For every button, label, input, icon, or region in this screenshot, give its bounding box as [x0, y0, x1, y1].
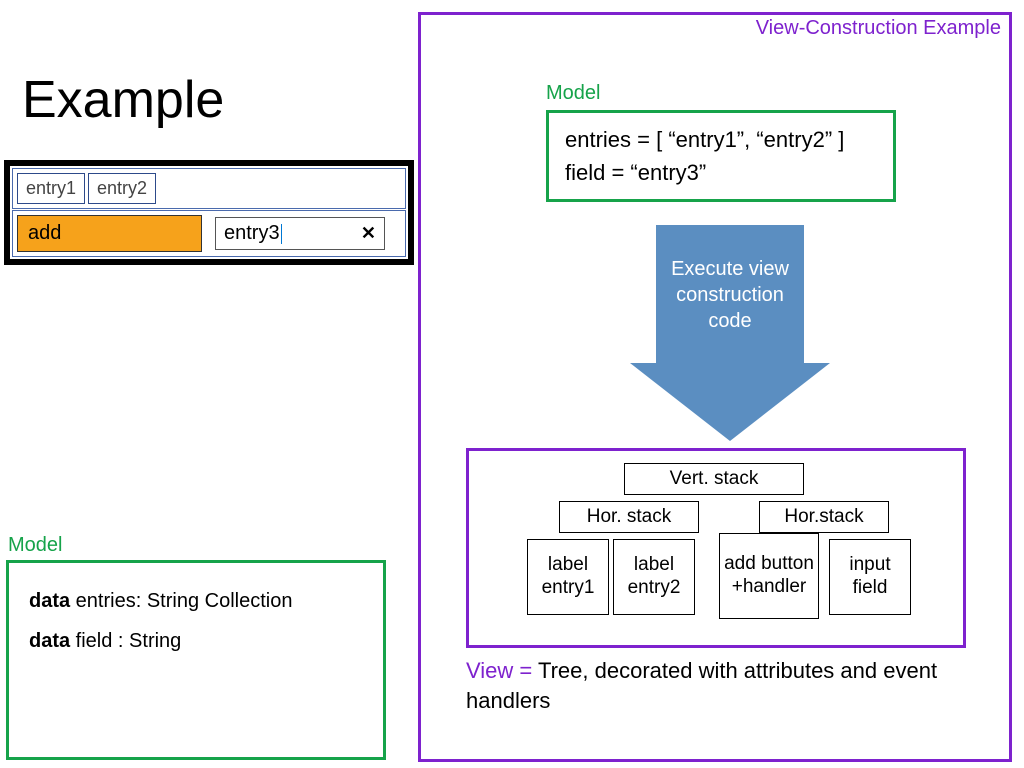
- view-tree-box: Vert. stack Hor. stack Hor.stack label e…: [466, 448, 966, 648]
- input-value: entry3: [224, 222, 280, 244]
- tree-leaf-input: input field: [829, 539, 911, 615]
- model-header-right: Model: [546, 82, 600, 105]
- view-caption: View = Tree, decorated with attributes a…: [466, 656, 1024, 715]
- model-header-left: Model: [8, 534, 62, 557]
- tree-leaf-label1: label entry1: [527, 539, 609, 615]
- execute-arrow: Execute view construction code: [640, 225, 820, 445]
- add-button[interactable]: add: [17, 215, 202, 252]
- model-definition-box: data entries: String Collection data fie…: [6, 560, 386, 760]
- tree-leaf-label2: label entry2: [613, 539, 695, 615]
- tree-leaf-addbtn: add button +handler: [719, 533, 819, 619]
- entry-pill: entry2: [88, 173, 156, 204]
- tree-hor2: Hor.stack: [759, 501, 889, 533]
- text-cursor: [281, 224, 282, 244]
- entry-input[interactable]: entry3 ✕: [215, 217, 385, 250]
- tree-root: Vert. stack: [624, 463, 804, 495]
- model-instance-box: entries = [ “entry1”, “entry2” ] field =…: [546, 110, 896, 202]
- tree-hor1: Hor. stack: [559, 501, 699, 533]
- arrow-label: Execute view construction code: [656, 225, 804, 365]
- panel-title: View-Construction Example: [756, 17, 1001, 40]
- page-title: Example: [22, 70, 224, 130]
- entries-row: entry1 entry2: [12, 168, 406, 209]
- clear-icon[interactable]: ✕: [361, 223, 376, 244]
- entry-pill: entry1: [17, 173, 85, 204]
- arrow-head-icon: [630, 363, 830, 441]
- example-widget: entry1 entry2 add entry3 ✕: [4, 160, 414, 265]
- controls-row: add entry3 ✕: [12, 210, 406, 257]
